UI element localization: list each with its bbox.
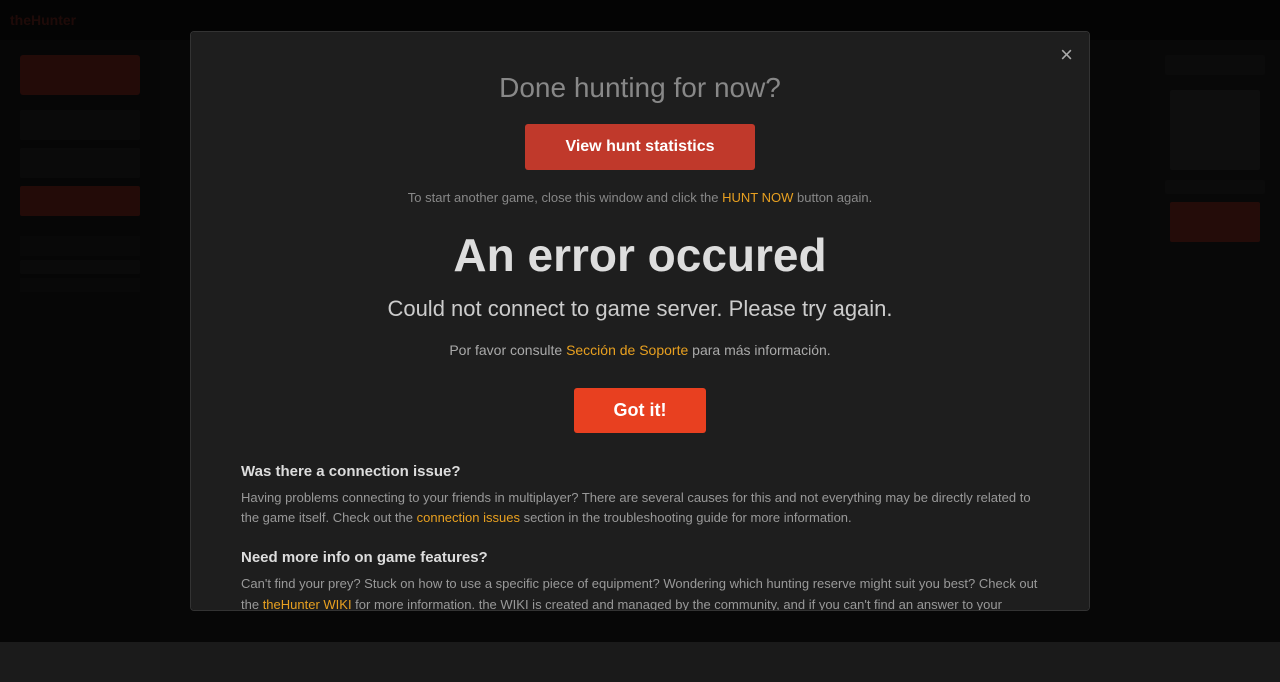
faq-question-0: Was there a connection issue?: [241, 463, 1039, 480]
soporte-link[interactable]: Sección de Soporte: [566, 342, 688, 358]
view-stats-button[interactable]: View hunt statistics: [525, 124, 754, 170]
faq-answer-1: Can't find your prey? Stuck on how to us…: [241, 574, 1039, 611]
faq-section-0: Was there a connection issue? Having prob…: [241, 463, 1039, 530]
consult-line: Por favor consulte Sección de Soporte pa…: [241, 342, 1039, 358]
hunt-now-link[interactable]: HUNT NOW: [722, 190, 793, 205]
done-hunting-title: Done hunting for now?: [241, 72, 1039, 104]
faq-link[interactable]: connection issues: [417, 510, 520, 525]
faq-question-1: Need more info on game features?: [241, 549, 1039, 566]
start-another-text: To start another game, close this window…: [241, 190, 1039, 205]
faq-container: Was there a connection issue? Having prob…: [241, 463, 1039, 611]
modal-close-button[interactable]: ×: [1060, 44, 1073, 66]
error-title: An error occured: [241, 230, 1039, 281]
faq-link[interactable]: theHunter WIKI: [263, 597, 352, 611]
faq-answer-0: Having problems connecting to your frien…: [241, 488, 1039, 530]
got-it-button[interactable]: Got it!: [574, 388, 707, 433]
faq-section-1: Need more info on game features? Can't fi…: [241, 549, 1039, 611]
error-subtitle: Could not connect to game server. Please…: [241, 296, 1039, 322]
error-modal: × Done hunting for now? View hunt statis…: [190, 31, 1090, 611]
